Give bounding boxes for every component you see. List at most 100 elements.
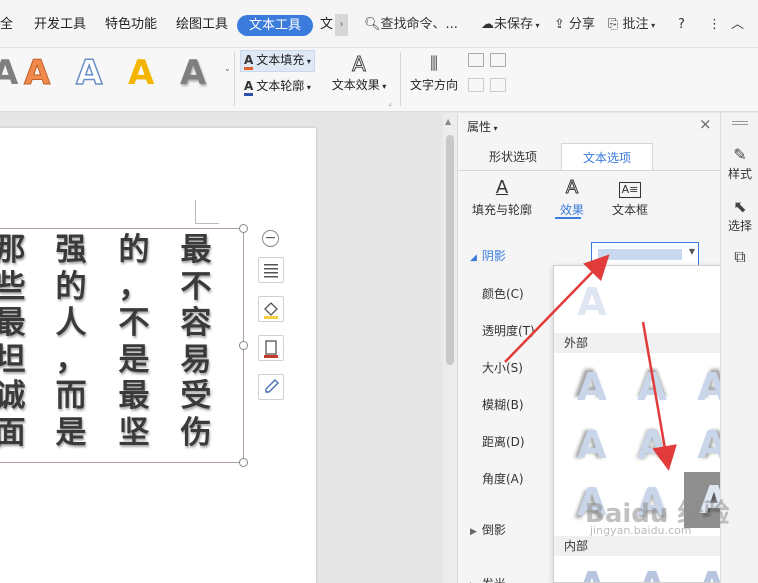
shadow-inner-option[interactable]: A	[568, 562, 616, 582]
textbox-icon: A≡	[598, 175, 662, 201]
shadow-outer-option[interactable]: A	[628, 421, 676, 469]
menu-tab-developer[interactable]: 开发工具	[34, 16, 86, 34]
share-icon: ⇪	[554, 17, 565, 32]
sidebar-shape-button[interactable]: ⧉	[721, 247, 758, 267]
text-column-2: 的，不是最坚	[118, 232, 150, 451]
shadow-outer-option[interactable]: A	[568, 421, 616, 469]
tab-divider	[458, 170, 721, 171]
section-reflection[interactable]: ▶ 倒影	[470, 521, 506, 538]
search-icon: 🔍︎	[364, 17, 381, 32]
text-column-3: 强的人，而是	[55, 232, 87, 451]
sidebar-select-button[interactable]: ⬉ 选择	[721, 197, 758, 234]
text-outline-button[interactable]: A 文本轮廓 ▾	[244, 77, 311, 97]
wordart-style-outline-blue[interactable]: A	[75, 52, 103, 94]
menu-tab-clipped-right[interactable]: 文	[320, 16, 333, 34]
text-column-1: 最不容易受伤	[180, 232, 212, 451]
align-left-icon[interactable]	[468, 78, 484, 92]
active-subtab-indicator	[555, 217, 581, 219]
ribbon-group-launcher[interactable]: ⌟	[388, 94, 392, 112]
unsaved-status[interactable]: ☁未保存 ▾	[481, 14, 540, 36]
shadow-none-option[interactable]: A	[568, 278, 616, 326]
chevron-down-icon: ▼	[688, 247, 695, 256]
text-fill-icon: A	[244, 54, 254, 70]
ribbon: A A A A A ⌄ A 文本填充 ▾ A 文本轮廓 ▾ A 文本效果 ▾ ⌟ ⫼…	[0, 48, 758, 112]
fill-bucket-icon	[264, 302, 278, 319]
collapse-float-toolbar-button[interactable]: −	[262, 230, 279, 247]
resize-handle-bottom-right[interactable]	[239, 458, 248, 467]
shadow-outer-option[interactable]: A	[628, 363, 676, 411]
menu-tab-text-tools[interactable]: 文本工具	[237, 15, 314, 36]
brush-icon	[265, 379, 279, 393]
resize-handle-top-right[interactable]	[239, 224, 248, 233]
text-effect-button[interactable]: A 文本效果 ▾	[331, 52, 387, 96]
section-glow[interactable]: ▶发光	[470, 575, 506, 583]
pen-icon: ✎	[733, 145, 747, 164]
shadow-outer-option[interactable]: A	[568, 363, 616, 411]
share-button[interactable]: ⇪ 分享	[554, 14, 595, 36]
shape-fill-button[interactable]	[258, 296, 284, 322]
subtab-fill-outline[interactable]: A 填充与轮廓	[470, 175, 534, 218]
section-shadow[interactable]: ◢ 阴影	[470, 247, 506, 264]
menu-scroll-right-button[interactable]: ›	[335, 14, 348, 36]
shadow-inner-option[interactable]: A	[628, 562, 676, 582]
resize-handle-right[interactable]	[239, 341, 248, 350]
wordart-style-clipped[interactable]: A	[0, 53, 18, 93]
outline-icon	[264, 340, 278, 358]
comment-icon: ⎘	[608, 17, 619, 32]
watermark-url: jingyan.baidu.com	[590, 524, 692, 537]
collapsed-triangle-icon: ▶	[470, 527, 477, 537]
label-distance: 距离(D)	[482, 435, 525, 449]
text-direction-button[interactable]: ⫼ 文字方向	[408, 52, 460, 94]
text-column-4: 那些最坦诚面	[0, 232, 26, 451]
collapse-ribbon-button[interactable]: ︿	[731, 14, 744, 36]
scrollbar-thumb[interactable]	[446, 135, 454, 365]
align-right-icon[interactable]	[490, 78, 506, 92]
expanded-triangle-icon: ◢	[470, 253, 477, 263]
tab-text-options[interactable]: 文本选项	[561, 143, 653, 171]
shape-outline-button[interactable]	[258, 335, 284, 361]
ribbon-separator	[400, 52, 401, 106]
tab-shape-options[interactable]: 形状选项	[472, 143, 554, 171]
label-size: 大小(S)	[482, 361, 523, 375]
layout-options-button[interactable]	[258, 257, 284, 283]
ribbon-separator	[234, 52, 235, 106]
text-direction-icon: ⫼	[430, 54, 438, 74]
align-top-icon[interactable]	[468, 53, 484, 67]
drag-handle-icon[interactable]	[732, 121, 748, 125]
subtab-effect[interactable]: A 效果	[540, 175, 604, 218]
panel-title[interactable]: 属性 ▾	[467, 118, 498, 135]
wordart-gallery-expand[interactable]: ⌄	[224, 60, 231, 78]
label-blur: 模糊(B)	[482, 398, 524, 412]
menu-bar: 全 开发工具 特色功能 绘图工具 文本工具 文 › 🔍︎查找命令、... ☁未保…	[0, 0, 758, 48]
scroll-up-icon[interactable]: ▲	[445, 117, 451, 126]
text-effect-icon: A	[352, 52, 367, 77]
margin-corner-mark	[195, 200, 219, 224]
text-effect-icon: A	[565, 177, 579, 199]
search-command[interactable]: 🔍︎查找命令、...	[364, 14, 458, 36]
help-button[interactable]: ?	[678, 14, 685, 36]
text-fill-outline-icon: A	[495, 177, 509, 198]
menu-tab-features[interactable]: 特色功能	[105, 16, 157, 34]
wordart-style-orange[interactable]: A	[23, 53, 50, 94]
wrap-text-icon	[264, 264, 278, 278]
cursor-icon: ⬉	[733, 197, 747, 216]
menu-tab-drawing[interactable]: 绘图工具	[176, 16, 228, 34]
close-icon[interactable]: ×	[699, 115, 712, 133]
format-painter-button[interactable]	[258, 374, 284, 400]
wordart-style-gray[interactable]: A	[180, 53, 206, 93]
align-middle-icon[interactable]	[490, 53, 506, 67]
subtab-textbox[interactable]: A≡ 文本框	[598, 175, 662, 218]
more-button[interactable]: ⋮	[708, 14, 721, 36]
cloud-icon: ☁	[481, 17, 494, 32]
menu-tab-clipped[interactable]: 全	[0, 16, 13, 34]
shadow-preset-select[interactable]: ▼	[591, 242, 699, 266]
text-fill-button[interactable]: A 文本填充 ▾	[240, 50, 315, 72]
text-outline-icon: A	[244, 80, 254, 96]
sidebar-style-button[interactable]: ✎ 样式	[721, 145, 758, 182]
document-scrollbar[interactable]: ▲	[443, 113, 457, 583]
comment-button[interactable]: ⎘ 批注 ▾	[608, 14, 655, 36]
label-angle: 角度(A)	[482, 472, 524, 486]
shapes-icon: ⧉	[734, 247, 746, 266]
wordart-style-gold[interactable]: A	[128, 53, 154, 93]
label-transparency: 透明度(T)	[482, 324, 535, 338]
